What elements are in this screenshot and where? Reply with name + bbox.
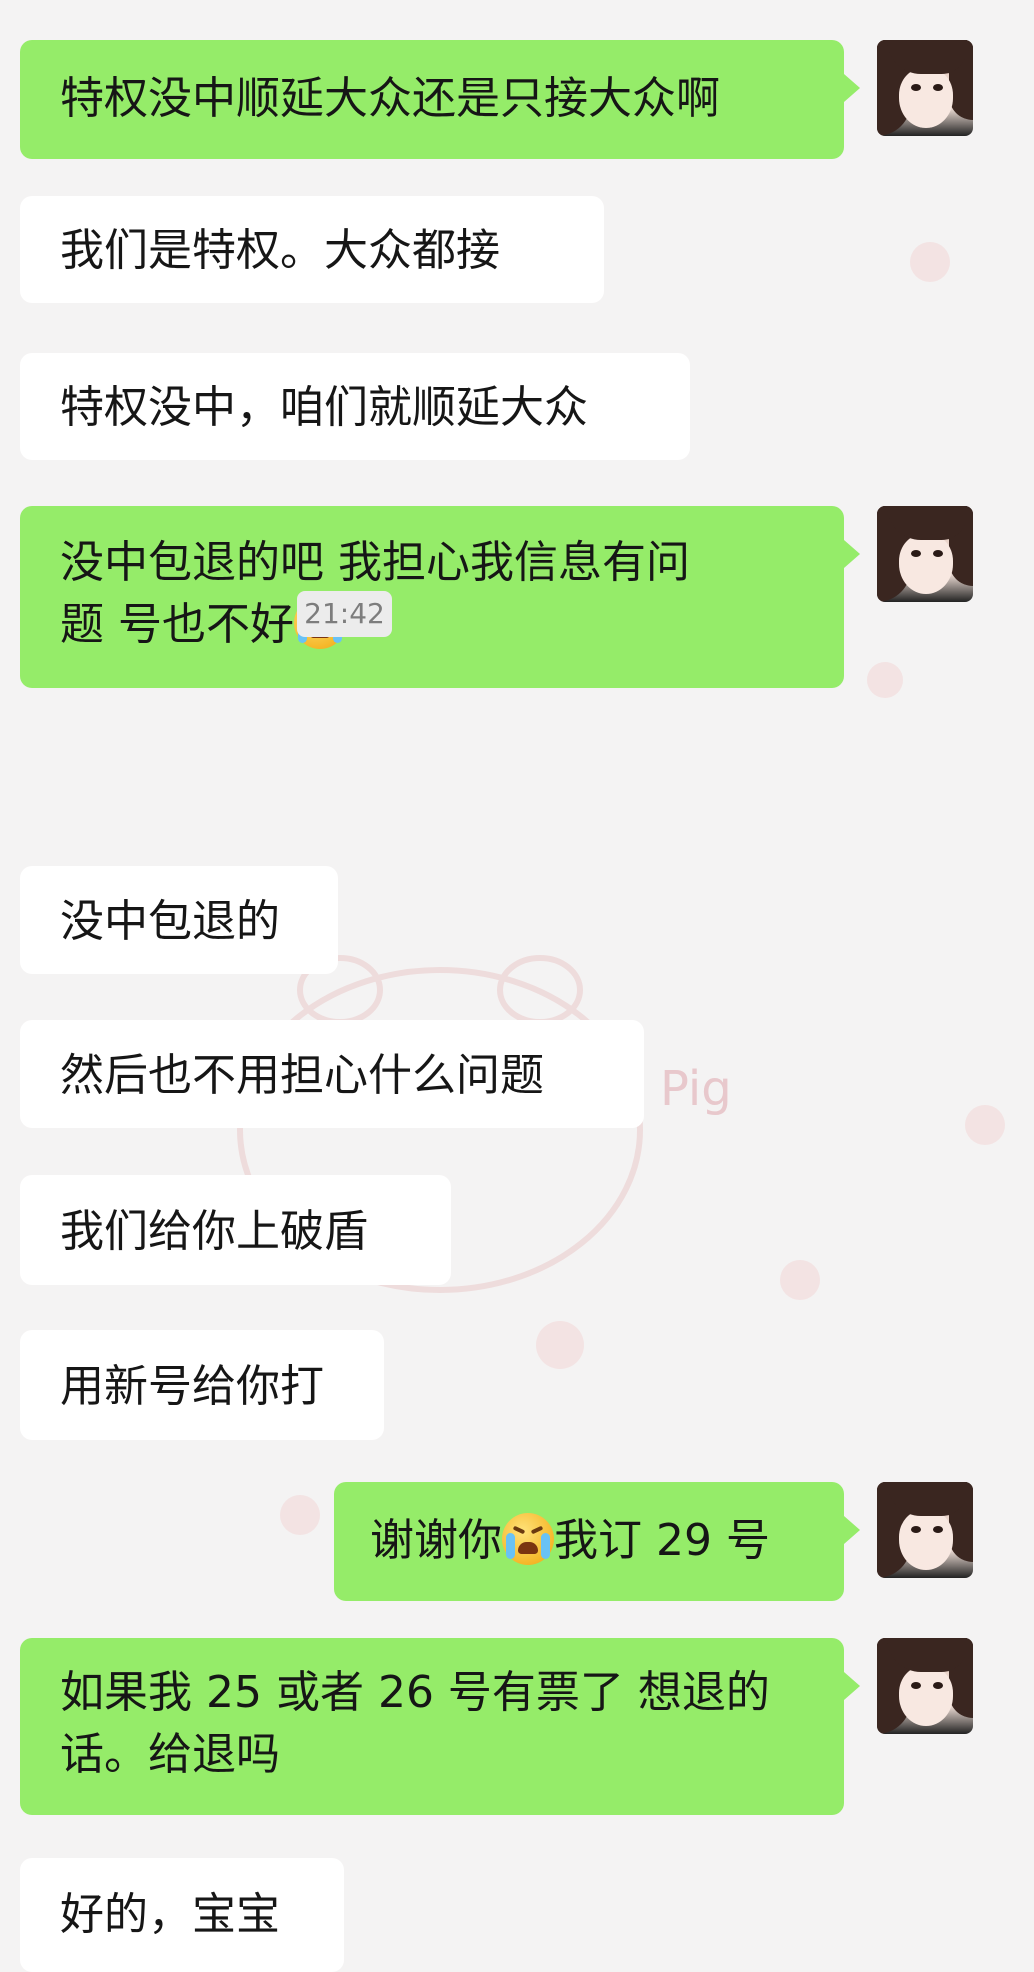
chat-screen: { "chat": { "messages": [ {"text": "特权没中…	[0, 0, 1034, 1972]
message-bubble-incoming[interactable]: 没中包退的	[20, 866, 338, 974]
timestamp: 21:42	[297, 591, 392, 637]
message-bubble-outgoing[interactable]: 特权没中顺延大众还是只接大众啊	[20, 40, 860, 159]
message-bubble-incoming[interactable]: 我们是特权。大众都接	[20, 196, 604, 303]
message-bubble-incoming[interactable]: 用新号给你打	[20, 1330, 384, 1440]
message-text-line: 话。给退吗	[60, 1729, 280, 1780]
bubble-tail	[844, 74, 860, 102]
bubble-tail	[844, 1516, 860, 1544]
message-bubble-outgoing[interactable]: 没中包退的吧 我担心我信息有问 题 号也不好	[20, 506, 860, 688]
message-text: 然后也不用担心什么问题	[60, 1050, 544, 1101]
message-text-line: 题 号也不好	[60, 594, 844, 656]
avatar[interactable]	[877, 1638, 973, 1734]
message-text-line: 如果我 25 或者 26 号有票了 想退的	[60, 1667, 770, 1718]
wallpaper-dot	[780, 1260, 820, 1300]
message-text: 好的，宝宝	[60, 1889, 280, 1940]
message-text: 没中包退的	[60, 896, 280, 947]
wallpaper-dot	[910, 242, 950, 282]
bubble-tail	[844, 540, 860, 568]
message-text: 特权没中顺延大众还是只接大众啊	[60, 73, 720, 124]
loudly-crying-face-emoji-icon	[502, 1513, 554, 1565]
wallpaper-dot	[536, 1321, 584, 1369]
message-text: 我们给你上破盾	[60, 1206, 368, 1257]
message-text: 我订 29 号	[554, 1515, 770, 1566]
pig-watermark: Pig	[660, 1061, 732, 1117]
message-bubble-outgoing[interactable]: 谢谢你 我订 29 号	[334, 1482, 860, 1601]
message-bubble-incoming[interactable]: 特权没中，咱们就顺延大众	[20, 353, 690, 460]
wallpaper-dot	[965, 1105, 1005, 1145]
bubble-tail	[844, 1672, 860, 1700]
message-text-line: 没中包退的吧 我担心我信息有问	[60, 537, 690, 588]
avatar[interactable]	[877, 40, 973, 136]
message-text: 我们是特权。大众都接	[60, 225, 500, 276]
message-text: 谢谢你	[370, 1515, 502, 1566]
message-bubble-outgoing[interactable]: 如果我 25 或者 26 号有票了 想退的 话。给退吗	[20, 1638, 860, 1815]
avatar[interactable]	[877, 1482, 973, 1578]
wallpaper-dot	[280, 1495, 320, 1535]
message-text: 用新号给你打	[60, 1361, 324, 1412]
wallpaper-dot	[867, 662, 903, 698]
message-bubble-incoming[interactable]: 好的，宝宝	[20, 1858, 344, 1972]
message-bubble-incoming[interactable]: 我们给你上破盾	[20, 1175, 451, 1285]
message-bubble-incoming[interactable]: 然后也不用担心什么问题	[20, 1020, 644, 1128]
avatar[interactable]	[877, 506, 973, 602]
message-text: 特权没中，咱们就顺延大众	[60, 382, 588, 433]
